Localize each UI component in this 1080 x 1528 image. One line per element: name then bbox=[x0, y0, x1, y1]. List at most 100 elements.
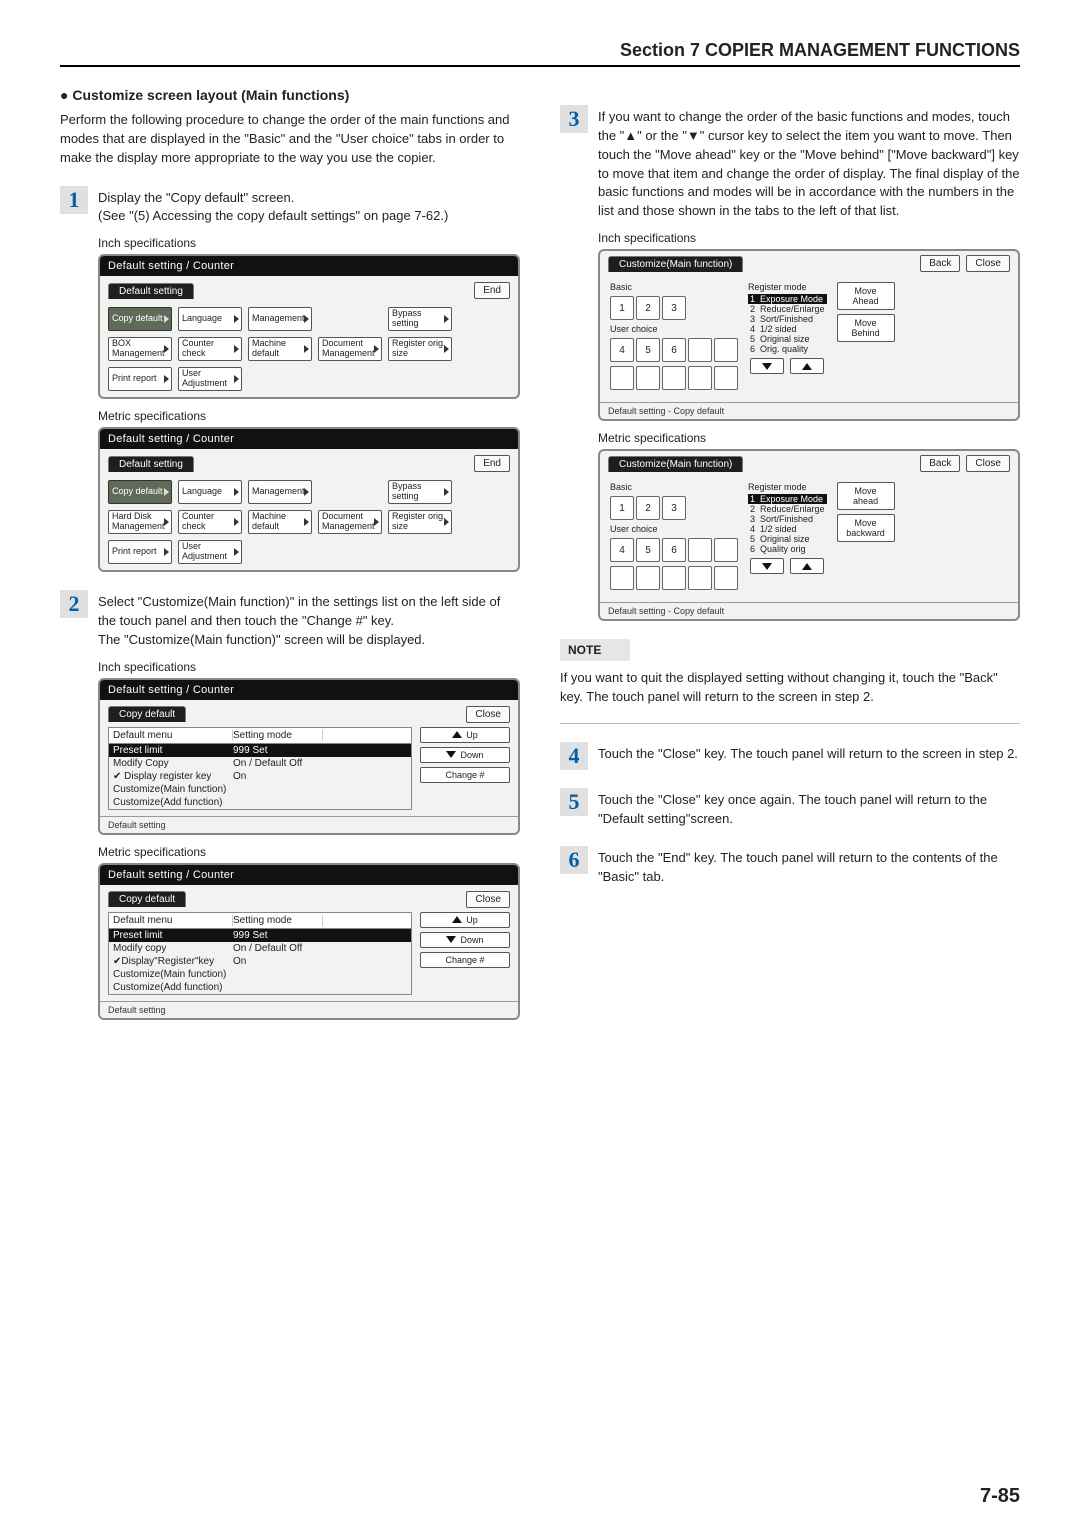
list-item[interactable]: 1 Exposure Mode bbox=[748, 294, 827, 304]
copy-default-button[interactable]: Copy default bbox=[108, 480, 172, 504]
end-button[interactable]: End bbox=[474, 455, 510, 472]
list-item[interactable]: ✔ Display register keyOn bbox=[109, 770, 411, 783]
counter-button[interactable]: Counter check bbox=[178, 510, 242, 534]
close-button[interactable]: Close bbox=[966, 455, 1010, 472]
move-ahead-button[interactable]: Move Ahead bbox=[837, 282, 895, 310]
slot[interactable]: 2 bbox=[636, 496, 660, 520]
slot[interactable] bbox=[688, 538, 712, 562]
slot[interactable]: 6 bbox=[662, 538, 686, 562]
list-item[interactable]: Customize(Add function) bbox=[109, 981, 411, 994]
slot[interactable]: 6 bbox=[662, 338, 686, 362]
back-button[interactable]: Back bbox=[920, 455, 960, 472]
counter-button[interactable]: Counter check bbox=[178, 337, 242, 361]
language-button[interactable]: Language bbox=[178, 307, 242, 331]
list-item[interactable]: 6 Orig. quality bbox=[748, 344, 827, 354]
down-button[interactable]: Down bbox=[420, 932, 510, 948]
cursor-up-button[interactable] bbox=[790, 358, 824, 374]
tab-customize[interactable]: Customize(Main function) bbox=[608, 456, 743, 472]
bypass-button[interactable]: Bypass setting bbox=[388, 307, 452, 331]
doc-mgmt-button[interactable]: Document Management bbox=[318, 337, 382, 361]
list-item[interactable]: Preset limit999 Set bbox=[109, 929, 411, 942]
slot[interactable] bbox=[636, 366, 660, 390]
slot[interactable]: 3 bbox=[662, 296, 686, 320]
tab-copy-default[interactable]: Copy default bbox=[108, 891, 186, 907]
close-button[interactable]: Close bbox=[466, 706, 510, 723]
register-button[interactable]: Register orig. size bbox=[388, 337, 452, 361]
slot[interactable]: 5 bbox=[636, 538, 660, 562]
slot[interactable] bbox=[688, 366, 712, 390]
tab-default-setting[interactable]: Default setting bbox=[108, 283, 194, 299]
register-button[interactable]: Register orig. size bbox=[388, 510, 452, 534]
move-behind-button[interactable]: Move Behind bbox=[837, 314, 895, 342]
back-button[interactable]: Back bbox=[920, 255, 960, 272]
user-adj-button[interactable]: User Adjustment bbox=[178, 367, 242, 391]
slot[interactable]: 1 bbox=[610, 296, 634, 320]
slot[interactable]: 4 bbox=[610, 338, 634, 362]
list-item[interactable]: Modify copyOn / Default Off bbox=[109, 942, 411, 955]
slot[interactable]: 3 bbox=[662, 496, 686, 520]
slot[interactable] bbox=[714, 338, 738, 362]
slot[interactable]: 1 bbox=[610, 496, 634, 520]
copy-default-button[interactable]: Copy default bbox=[108, 307, 172, 331]
management-button[interactable]: Management bbox=[248, 307, 312, 331]
list-item[interactable]: Customize(Add function) bbox=[109, 796, 411, 809]
language-button[interactable]: Language bbox=[178, 480, 242, 504]
list-item[interactable]: ✔Display"Register"keyOn bbox=[109, 955, 411, 968]
box-mgmt-button[interactable]: BOX Management bbox=[108, 337, 172, 361]
list-item[interactable]: 3 Sort/Finished bbox=[748, 314, 827, 324]
list-item[interactable]: 5 Original size bbox=[748, 534, 827, 544]
slot[interactable]: 2 bbox=[636, 296, 660, 320]
slot[interactable] bbox=[610, 366, 634, 390]
list-item[interactable]: 5 Original size bbox=[748, 334, 827, 344]
up-button[interactable]: Up bbox=[420, 727, 510, 743]
slot[interactable] bbox=[636, 566, 660, 590]
slot[interactable] bbox=[662, 366, 686, 390]
slot[interactable] bbox=[688, 566, 712, 590]
bypass-button[interactable]: Bypass setting bbox=[388, 480, 452, 504]
machine-default-button[interactable]: Machine default bbox=[248, 337, 312, 361]
close-button[interactable]: Close bbox=[966, 255, 1010, 272]
change-button[interactable]: Change # bbox=[420, 952, 510, 968]
tab-copy-default[interactable]: Copy default bbox=[108, 706, 186, 722]
tab-default-setting[interactable]: Default setting bbox=[108, 456, 194, 472]
close-button[interactable]: Close bbox=[466, 891, 510, 908]
end-button[interactable]: End bbox=[474, 282, 510, 299]
move-ahead-button[interactable]: Move ahead bbox=[837, 482, 895, 510]
up-button[interactable]: Up bbox=[420, 912, 510, 928]
slot[interactable] bbox=[714, 366, 738, 390]
slot[interactable] bbox=[714, 538, 738, 562]
list-item[interactable]: Preset limit999 Set bbox=[109, 744, 411, 757]
slot[interactable]: 5 bbox=[636, 338, 660, 362]
change-button[interactable]: Change # bbox=[420, 767, 510, 783]
move-backward-button[interactable]: Move backward bbox=[837, 514, 895, 542]
slot[interactable] bbox=[610, 566, 634, 590]
slot[interactable]: 4 bbox=[610, 538, 634, 562]
doc-mgmt-button[interactable]: Document Management bbox=[318, 510, 382, 534]
list-item[interactable]: 2 Reduce/Enlarge bbox=[748, 504, 827, 514]
cursor-down-button[interactable] bbox=[750, 358, 784, 374]
list-item[interactable]: 2 Reduce/Enlarge bbox=[748, 304, 827, 314]
cursor-up-button[interactable] bbox=[790, 558, 824, 574]
user-adj-button[interactable]: User Adjustment bbox=[178, 540, 242, 564]
list-item[interactable]: Customize(Main function) bbox=[109, 968, 411, 981]
list-item[interactable]: Customize(Main function) bbox=[109, 783, 411, 796]
slot[interactable] bbox=[662, 566, 686, 590]
cursor-down-button[interactable] bbox=[750, 558, 784, 574]
harddisk-button[interactable]: Hard Disk Management bbox=[108, 510, 172, 534]
list-item[interactable]: 1 Exposure Mode bbox=[748, 494, 827, 504]
list-item[interactable]: Modify CopyOn / Default Off bbox=[109, 757, 411, 770]
print-button[interactable]: Print report bbox=[108, 367, 172, 391]
management-button[interactable]: Management bbox=[248, 480, 312, 504]
step-6-text: Touch the "End" key. The touch panel wil… bbox=[598, 846, 1020, 887]
list-item[interactable]: 4 1/2 sided bbox=[748, 324, 827, 334]
slot[interactable] bbox=[688, 338, 712, 362]
list-item[interactable]: 4 1/2 sided bbox=[748, 524, 827, 534]
list-item[interactable]: 6 Quality orig bbox=[748, 544, 827, 554]
slot[interactable] bbox=[714, 566, 738, 590]
machine-default-button[interactable]: Machine default bbox=[248, 510, 312, 534]
print-button[interactable]: Print report bbox=[108, 540, 172, 564]
list-item[interactable]: 3 Sort/Finished bbox=[748, 514, 827, 524]
down-button[interactable]: Down bbox=[420, 747, 510, 763]
triangle-up-icon bbox=[802, 563, 812, 570]
tab-customize[interactable]: Customize(Main function) bbox=[608, 256, 743, 272]
